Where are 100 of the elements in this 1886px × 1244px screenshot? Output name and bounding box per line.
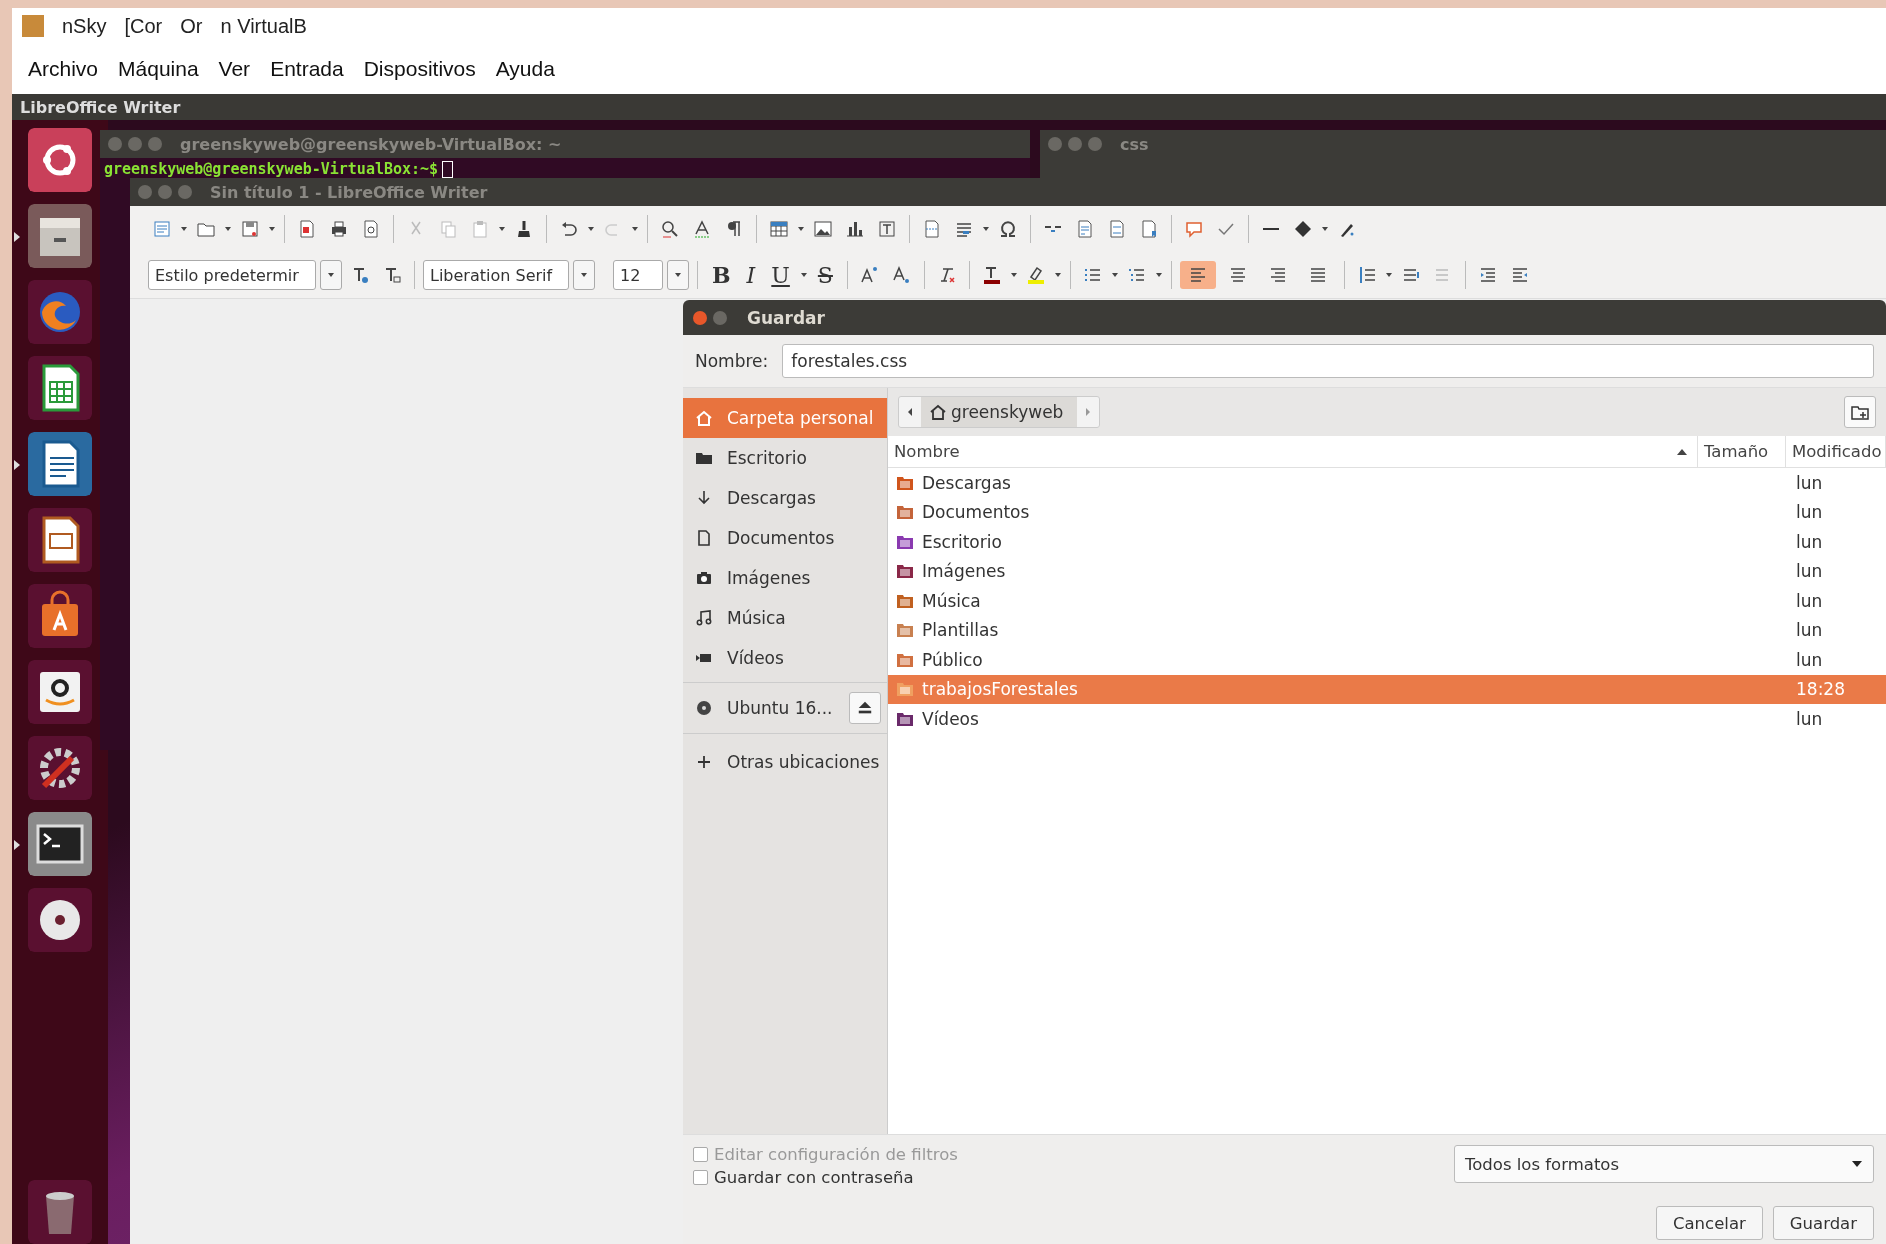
column-header[interactable]: Nombre xyxy=(888,436,1698,467)
format-button[interactable]: S xyxy=(811,262,839,288)
file-type-dropdown[interactable]: Todos los formatos xyxy=(1454,1145,1874,1183)
footnote-icon[interactable] xyxy=(1075,219,1095,239)
file-name: Escritorio xyxy=(922,531,1002,552)
place-label: Carpeta personal xyxy=(727,408,874,428)
comment-icon[interactable] xyxy=(1184,219,1204,239)
document-icon xyxy=(695,529,713,547)
sidebar-item[interactable]: Música xyxy=(683,598,887,638)
font-color-icon[interactable] xyxy=(981,265,1002,285)
menu-item[interactable]: Entrada xyxy=(262,53,352,85)
paragraph-style-field[interactable]: Estilo predetermir xyxy=(148,260,316,290)
file-row[interactable]: Plantillas lun xyxy=(888,615,1886,645)
window-title: greenskyweb@greenskyweb-VirtualBox: ~ xyxy=(180,134,562,154)
menu-item[interactable]: Ver xyxy=(210,53,259,85)
align-button[interactable] xyxy=(1179,261,1216,289)
save-icon[interactable] xyxy=(240,219,260,239)
presentation-icon[interactable] xyxy=(28,508,92,572)
text-box-icon[interactable] xyxy=(877,219,897,239)
folder-icon xyxy=(896,503,914,522)
file-name: Imágenes xyxy=(922,561,1006,582)
plus-icon xyxy=(695,753,713,771)
sidebar-item[interactable]: Otras ubicaciones xyxy=(683,742,887,782)
path-button[interactable]: greenskyweb xyxy=(921,397,1078,427)
highlight-icon[interactable] xyxy=(1025,265,1046,285)
terminal-icon[interactable] xyxy=(28,812,92,876)
table-icon[interactable] xyxy=(769,219,789,239)
endnote-icon[interactable] xyxy=(1107,219,1127,239)
ubuntu-logo-icon[interactable] xyxy=(28,128,92,192)
sidebar-item[interactable]: Vídeos xyxy=(683,638,887,678)
place-label: Escritorio xyxy=(727,448,807,468)
font-size-field[interactable]: 12 xyxy=(613,260,663,290)
dialog-title: Guardar xyxy=(747,307,825,328)
trash-can-icon[interactable] xyxy=(28,1180,92,1244)
spreadsheet-icon[interactable] xyxy=(28,356,92,420)
file-row[interactable]: Imágenes lun xyxy=(888,556,1886,586)
sidebar-item[interactable]: Documentos xyxy=(683,518,887,558)
chart-icon[interactable] xyxy=(845,219,865,239)
text-document-icon[interactable] xyxy=(28,432,92,496)
omega-icon[interactable] xyxy=(998,219,1018,239)
file-name: Vídeos xyxy=(922,708,979,729)
pdf-icon[interactable] xyxy=(297,219,317,239)
file-name: trabajosForestales xyxy=(922,679,1078,700)
checkbox-option[interactable]: Guardar con contraseña xyxy=(693,1168,958,1187)
column-header[interactable]: Modificado xyxy=(1786,436,1886,467)
search-icon[interactable] xyxy=(660,219,680,239)
file-row[interactable]: Descargas lun xyxy=(888,468,1886,498)
menu-item[interactable]: Máquina xyxy=(110,53,207,85)
menu-item[interactable]: Ayuda xyxy=(487,53,563,85)
file-row[interactable]: Vídeos lun xyxy=(888,704,1886,734)
column-header[interactable]: Tamaño xyxy=(1698,436,1786,467)
image-icon[interactable] xyxy=(813,219,833,239)
folder-icon xyxy=(896,621,914,640)
home-icon xyxy=(929,403,947,421)
diamond-icon[interactable] xyxy=(1293,219,1313,239)
file-row[interactable]: Música lun xyxy=(888,586,1886,616)
eject-button[interactable] xyxy=(849,692,881,724)
file-name: Documentos xyxy=(922,502,1030,523)
file-row[interactable]: Documentos lun xyxy=(888,497,1886,527)
bookmark-icon[interactable] xyxy=(1139,219,1159,239)
clipboard-icon[interactable] xyxy=(470,219,490,239)
camera-icon xyxy=(695,569,713,587)
down-arrow-icon xyxy=(695,489,713,507)
modified-date: lun xyxy=(1795,620,1824,641)
dialog-button[interactable]: Guardar xyxy=(1772,1206,1874,1240)
print-preview-icon[interactable] xyxy=(361,219,381,239)
disc-icon xyxy=(695,699,713,717)
window-title: [Cor xyxy=(124,14,163,38)
home-icon xyxy=(695,409,713,427)
font-name-field[interactable]: Liberation Serif xyxy=(423,260,569,290)
folder-icon xyxy=(896,680,914,699)
file-name-field[interactable]: forestales.css xyxy=(782,344,1874,378)
file-row[interactable]: Público lun xyxy=(888,645,1886,675)
format-button[interactable]: U xyxy=(765,262,796,288)
page-break-icon[interactable] xyxy=(922,219,942,239)
format-button[interactable]: I xyxy=(740,262,762,288)
file-cabinet-icon[interactable] xyxy=(28,204,92,268)
new-folder-button[interactable] xyxy=(1844,396,1876,428)
shopping-bag-icon[interactable] xyxy=(28,584,92,648)
sidebar-item[interactable]: Ubuntu 16... xyxy=(683,682,887,734)
subscript-icon[interactable] xyxy=(891,265,912,285)
spellcheck-icon[interactable] xyxy=(692,219,712,239)
superscript-icon[interactable] xyxy=(859,265,880,285)
print-icon[interactable] xyxy=(329,219,349,239)
gear-wrench-icon[interactable] xyxy=(28,736,92,800)
dialog-button[interactable]: Cancelar xyxy=(1656,1206,1763,1240)
modified-date: lun xyxy=(1795,649,1824,670)
close-button[interactable] xyxy=(693,310,707,325)
sidebar-item[interactable]: Descargas xyxy=(683,478,887,518)
modified-date: 18:28 xyxy=(1795,679,1846,700)
globe-icon[interactable] xyxy=(28,280,92,344)
menu-item[interactable]: Archivo xyxy=(20,53,107,85)
menu-item[interactable]: Dispositivos xyxy=(355,53,484,85)
right-arrow-icon xyxy=(1084,407,1093,417)
sidebar-item[interactable]: Imágenes xyxy=(683,558,887,598)
checkbox[interactable] xyxy=(693,1170,708,1185)
file-row[interactable]: Escritorio lun xyxy=(888,527,1886,557)
folder-icon xyxy=(896,562,914,581)
sidebar-item[interactable]: Escritorio xyxy=(683,438,887,478)
format-button[interactable]: B xyxy=(706,262,737,288)
